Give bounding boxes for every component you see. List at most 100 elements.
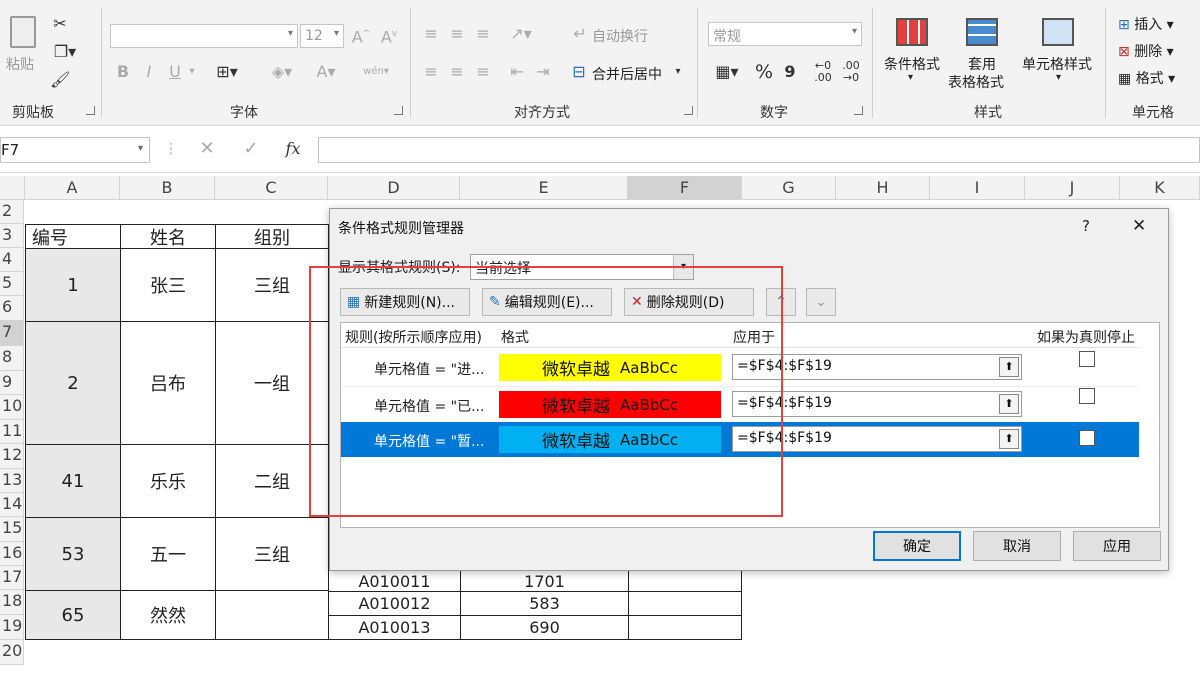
insert-button[interactable]: ⊞ 插入 ▾ bbox=[1118, 14, 1174, 34]
row-header-7[interactable]: 7 bbox=[0, 321, 24, 346]
column-header-k[interactable]: K bbox=[1120, 176, 1200, 200]
font-name-combo[interactable]: ▾ bbox=[110, 24, 298, 48]
cell-styles-button[interactable]: 单元格样式 ▾ bbox=[1020, 16, 1100, 90]
copy-icon[interactable]: ❐▾ bbox=[50, 42, 80, 62]
column-header-b[interactable]: B bbox=[120, 176, 215, 200]
row-header-20[interactable]: 20 bbox=[0, 640, 24, 665]
orientation-icon[interactable]: ↗▾ bbox=[504, 24, 538, 44]
formula-input[interactable] bbox=[318, 137, 1200, 163]
column-header-f[interactable]: F bbox=[628, 176, 742, 200]
format-as-table-button[interactable]: 套用 表格格式 bbox=[946, 16, 1018, 91]
align-bottom-icon[interactable]: ≡ bbox=[472, 24, 494, 44]
paste-button[interactable]: 粘贴 bbox=[6, 14, 42, 76]
id-cell[interactable]: 41 bbox=[25, 444, 121, 518]
underline-button[interactable]: U bbox=[166, 62, 184, 82]
increase-indent-icon[interactable]: ⇥ bbox=[532, 62, 554, 82]
fill-color-icon[interactable]: ◈▾ bbox=[262, 62, 302, 82]
row-header-19[interactable]: 19 bbox=[0, 615, 24, 640]
cancel-button[interactable]: 取消 bbox=[973, 531, 1061, 561]
row-header-16[interactable]: 16 bbox=[0, 542, 24, 566]
insert-function-icon[interactable]: fx bbox=[282, 139, 304, 159]
merge-center-icon[interactable]: ⊟ bbox=[568, 62, 590, 82]
id-cell[interactable]: 65 bbox=[25, 590, 121, 640]
format-button[interactable]: ▦ 格式 ▾ bbox=[1118, 68, 1175, 88]
cut-icon[interactable]: ✂ bbox=[50, 14, 70, 34]
name-cell[interactable]: 然然 bbox=[120, 590, 216, 640]
header-id[interactable]: 编号 bbox=[25, 224, 121, 249]
apply-button[interactable]: 应用 bbox=[1073, 531, 1161, 561]
status-cell[interactable] bbox=[628, 591, 742, 616]
id-cell[interactable]: 53 bbox=[25, 517, 121, 591]
row-header-5[interactable]: 5 bbox=[0, 272, 24, 296]
code-cell[interactable]: A010012 bbox=[328, 591, 461, 616]
help-button[interactable]: ? bbox=[1082, 217, 1090, 235]
row-header-6[interactable]: 6 bbox=[0, 296, 24, 321]
name-cell[interactable]: 张三 bbox=[120, 248, 216, 322]
range-picker-icon[interactable]: ⬆ bbox=[999, 357, 1019, 377]
clipboard-launcher-icon[interactable] bbox=[86, 106, 95, 115]
header-team[interactable]: 组别 bbox=[215, 224, 329, 249]
decrease-indent-icon[interactable]: ⇤ bbox=[506, 62, 528, 82]
row-header-13[interactable]: 13 bbox=[0, 469, 24, 493]
column-header-c[interactable]: C bbox=[215, 176, 328, 200]
merge-dropdown-icon[interactable]: ▾ bbox=[672, 62, 684, 82]
merge-center-button[interactable]: 合并后居中 bbox=[592, 64, 662, 84]
name-cell[interactable]: 吕布 bbox=[120, 321, 216, 445]
row-header-9[interactable]: 9 bbox=[0, 371, 24, 395]
font-launcher-icon[interactable] bbox=[394, 106, 403, 115]
team-cell[interactable]: 三组 bbox=[215, 517, 329, 591]
header-name[interactable]: 姓名 bbox=[120, 224, 216, 249]
wrap-text-icon[interactable]: ↵ bbox=[570, 24, 590, 44]
conditional-format-button[interactable]: 条件格式 ▾ bbox=[880, 16, 946, 90]
close-icon[interactable]: ✕ bbox=[1132, 216, 1146, 236]
ok-button[interactable]: 确定 bbox=[873, 531, 961, 561]
align-right-icon[interactable]: ≡ bbox=[472, 62, 494, 82]
column-header-e[interactable]: E bbox=[460, 176, 628, 200]
column-header-d[interactable]: D bbox=[328, 176, 460, 200]
currency-icon[interactable]: ▦▾ bbox=[708, 62, 746, 82]
italic-button[interactable]: I bbox=[140, 62, 158, 82]
phonetic-icon[interactable]: wén▾ bbox=[356, 62, 396, 82]
name-box[interactable]: F7 ▾ bbox=[0, 137, 150, 163]
font-size-combo[interactable]: 12 ▾ bbox=[300, 24, 344, 48]
value-cell[interactable]: 583 bbox=[460, 591, 629, 616]
align-top-icon[interactable]: ≡ bbox=[420, 24, 442, 44]
name-cell[interactable]: 五一 bbox=[120, 517, 216, 591]
bold-button[interactable]: B bbox=[114, 62, 132, 82]
row-header-14[interactable]: 14 bbox=[0, 493, 24, 517]
column-header-i[interactable]: I bbox=[930, 176, 1025, 200]
alignment-launcher-icon[interactable] bbox=[684, 106, 693, 115]
column-header-g[interactable]: G bbox=[742, 176, 836, 200]
team-cell[interactable] bbox=[215, 590, 329, 640]
column-header-a[interactable]: A bbox=[25, 176, 120, 200]
code-cell[interactable]: A010011 bbox=[328, 570, 461, 592]
border-icon[interactable]: ⊞▾ bbox=[212, 62, 242, 82]
row-header-2[interactable]: 2 bbox=[0, 200, 24, 224]
code-cell[interactable]: A010013 bbox=[328, 615, 461, 640]
underline-dropdown-icon[interactable]: ▾ bbox=[186, 62, 198, 82]
enter-formula-icon[interactable]: ✓ bbox=[240, 139, 262, 159]
move-down-button[interactable]: ⌄ bbox=[806, 288, 836, 316]
status-cell[interactable] bbox=[628, 570, 742, 592]
decrease-font-icon[interactable]: Av bbox=[378, 24, 400, 47]
stop-if-true-checkbox[interactable] bbox=[1079, 430, 1095, 446]
decrease-decimal-icon[interactable]: .00 →0 bbox=[840, 60, 862, 84]
range-picker-icon[interactable]: ⬆ bbox=[999, 394, 1019, 414]
wrap-text-button[interactable]: 自动换行 bbox=[592, 26, 648, 46]
row-header-10[interactable]: 10 bbox=[0, 395, 24, 420]
id-cell[interactable]: 1 bbox=[25, 248, 121, 322]
value-cell[interactable]: 690 bbox=[460, 615, 629, 640]
row-header-3[interactable]: 3 bbox=[0, 224, 24, 248]
align-center-icon[interactable]: ≡ bbox=[446, 62, 468, 82]
increase-decimal-icon[interactable]: ←0.00 bbox=[812, 60, 834, 84]
id-cell[interactable]: 2 bbox=[25, 321, 121, 445]
column-header-h[interactable]: H bbox=[836, 176, 930, 200]
comma-button[interactable]: 9 bbox=[782, 62, 798, 82]
column-header-j[interactable]: J bbox=[1025, 176, 1120, 200]
increase-font-icon[interactable]: A^ bbox=[350, 24, 372, 47]
cancel-formula-icon[interactable]: ✕ bbox=[196, 139, 218, 159]
font-color-icon[interactable]: A▾ bbox=[308, 62, 344, 82]
row-header-18[interactable]: 18 bbox=[0, 590, 24, 615]
row-header-8[interactable]: 8 bbox=[0, 346, 24, 371]
select-all-corner[interactable] bbox=[0, 176, 25, 200]
